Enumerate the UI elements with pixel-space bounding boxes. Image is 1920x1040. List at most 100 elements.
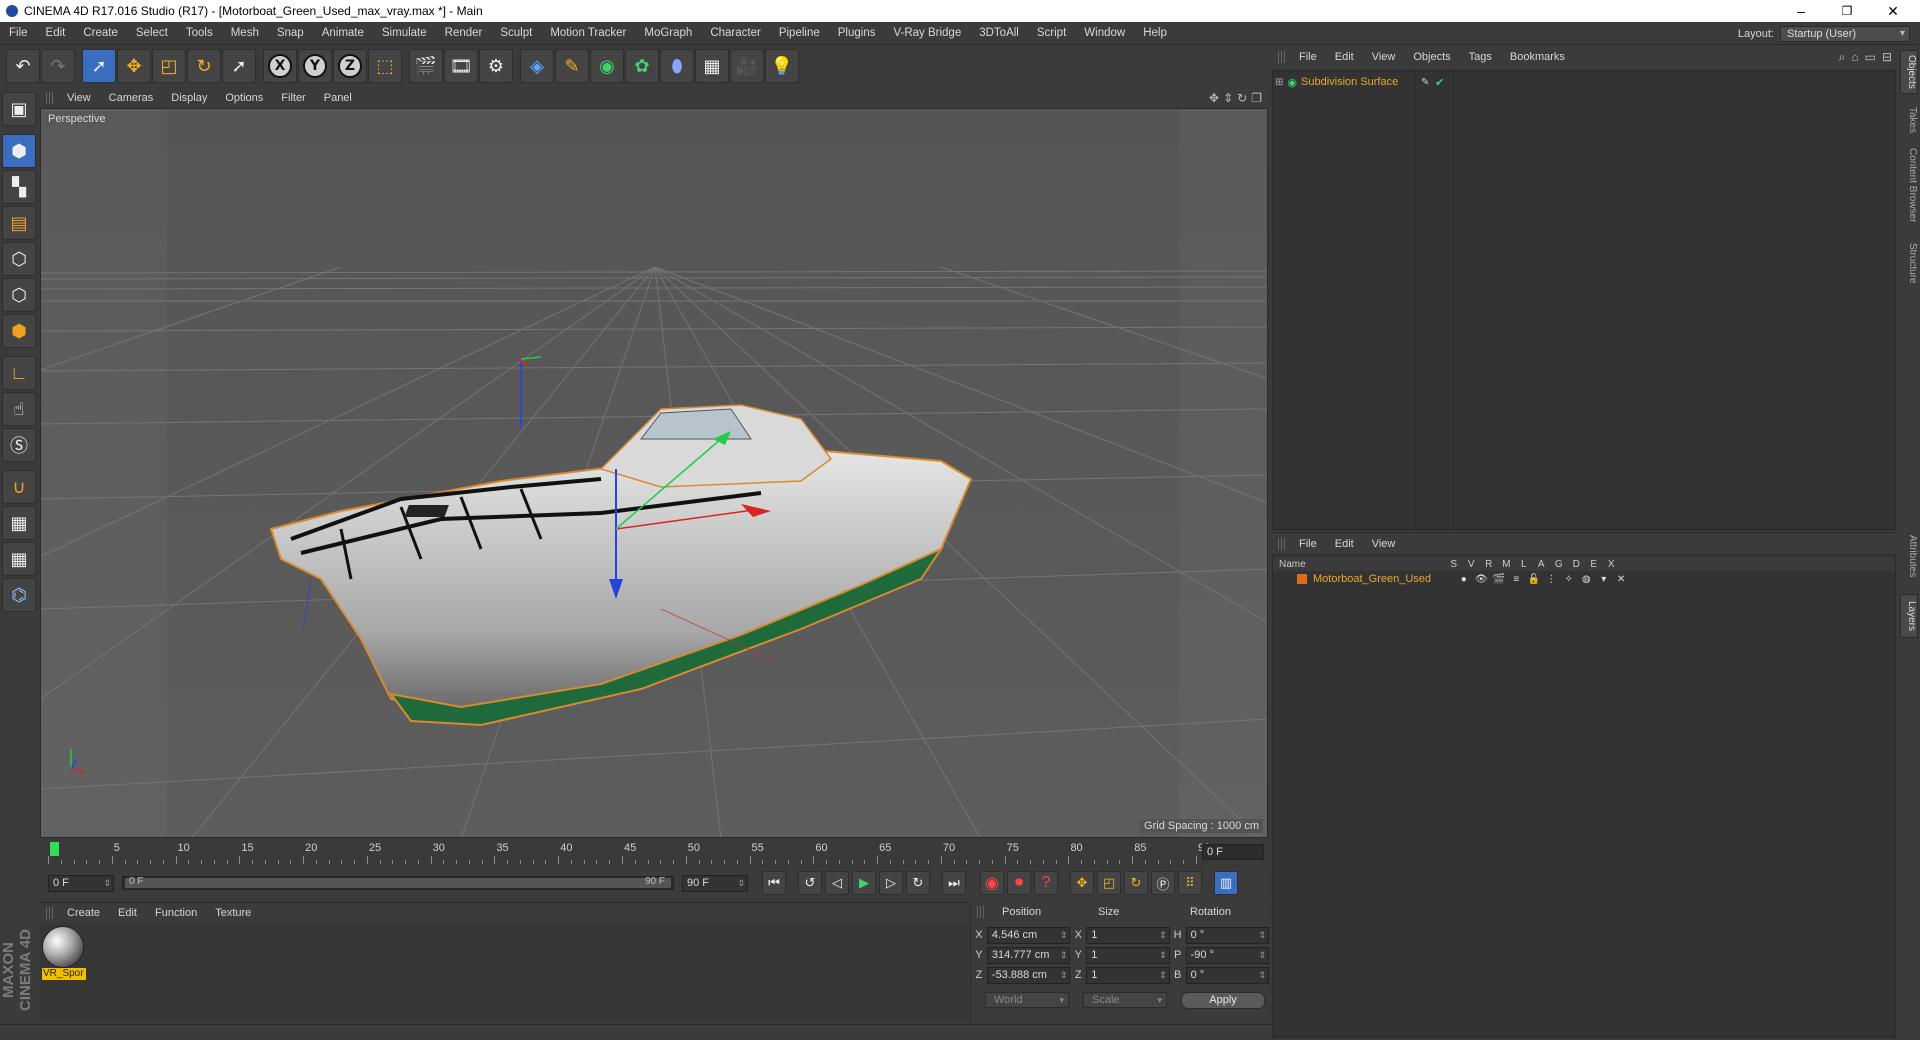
model-mode-icon[interactable]: ⬢	[2, 134, 36, 168]
material-menu-edit[interactable]: Edit	[109, 907, 146, 919]
cube-primitive-icon[interactable]: ◈	[520, 49, 554, 83]
viewport-menu-filter[interactable]: Filter	[272, 92, 314, 104]
menu-window[interactable]: Window	[1075, 22, 1134, 45]
end-frame-field[interactable]: 90 F	[682, 874, 748, 892]
rotation-h-field[interactable]: 0 °	[1185, 926, 1269, 944]
key-rotation-icon[interactable]: ↻	[1124, 871, 1148, 895]
live-selection-icon[interactable]: ➚	[82, 49, 116, 83]
object-row[interactable]: ⊞ ◉ Subdivision Surface ✎ ✔	[1275, 75, 1444, 89]
expressions-icon[interactable]: ▾	[1595, 574, 1613, 585]
tab-content-browser[interactable]: Content Browser	[1900, 142, 1918, 228]
rotation-p-field[interactable]: -90 °	[1185, 946, 1269, 964]
position-x-field[interactable]: 4.546 cm	[986, 926, 1071, 944]
key-pla-icon[interactable]: ⠿	[1178, 871, 1202, 895]
viewport-menu-options[interactable]: Options	[216, 92, 272, 104]
x-axis-lock-icon[interactable]: X	[263, 49, 297, 83]
tab-objects[interactable]: Objects	[1900, 50, 1918, 94]
go-to-previous-key-icon[interactable]: ↺	[798, 871, 822, 895]
axis-mode-icon[interactable]: ∟	[2, 356, 36, 390]
home-icon[interactable]: ⌂	[1851, 50, 1858, 64]
viewport-menu-cameras[interactable]: Cameras	[100, 92, 163, 104]
locked-workplane-icon[interactable]: ▦	[2, 506, 36, 540]
solo-icon[interactable]: ●	[1455, 574, 1473, 585]
menu-script[interactable]: Script	[1028, 22, 1075, 45]
planar-workplane-icon[interactable]: ▦	[2, 542, 36, 576]
tab-structure[interactable]: Structure	[1900, 236, 1918, 290]
maximize-button[interactable]: ❐	[1824, 0, 1870, 22]
menu-3dtoall[interactable]: 3DToAll	[970, 22, 1028, 45]
key-parameter-icon[interactable]: Ⓟ	[1151, 871, 1175, 895]
objects-menu-objects[interactable]: Objects	[1404, 51, 1459, 63]
rotation-b-field[interactable]: 0 °	[1185, 966, 1269, 984]
timeline[interactable]: 051015202530354045505560657075808590 0 F	[40, 840, 1268, 866]
maximize-view-icon[interactable]: ❐	[1251, 91, 1262, 105]
python-icon[interactable]: ⌬	[2, 578, 36, 612]
deformer-icon[interactable]: ⬮	[660, 49, 694, 83]
menu-plugins[interactable]: Plugins	[829, 22, 885, 45]
play-forward-icon[interactable]: ▶	[852, 871, 876, 895]
menu-snap[interactable]: Snap	[268, 22, 313, 45]
edges-mode-icon[interactable]: ⬡	[2, 278, 36, 312]
tab-layers[interactable]: Layers	[1900, 594, 1918, 638]
render-view-icon[interactable]: 🎬	[409, 49, 443, 83]
coordinate-space-dropdown[interactable]: World	[985, 992, 1069, 1008]
key-scale-icon[interactable]: ◰	[1097, 871, 1121, 895]
nurbs-icon[interactable]: ◉	[590, 49, 624, 83]
render-picture-viewer-icon[interactable]: 🎞	[444, 49, 478, 83]
animation-icon[interactable]: ⋮	[1543, 574, 1561, 585]
locked-icon[interactable]: 🔓	[1525, 574, 1543, 585]
enabled-check-icon[interactable]: ✔	[1435, 76, 1444, 89]
viewport-menu-view[interactable]: View	[58, 92, 100, 104]
snap-icon[interactable]: Ⓢ	[2, 428, 36, 462]
z-axis-lock-icon[interactable]: Z	[333, 49, 367, 83]
tab-attributes[interactable]: Attributes	[1900, 526, 1918, 586]
expand-icon[interactable]: ⊞	[1275, 77, 1283, 88]
polygons-mode-icon[interactable]: ⬢	[2, 314, 36, 348]
menu-simulate[interactable]: Simulate	[373, 22, 436, 45]
objects-menu-tags[interactable]: Tags	[1460, 51, 1501, 63]
menu-vray-bridge[interactable]: V-Ray Bridge	[884, 22, 970, 45]
layer-row[interactable]: Motorboat_Green_Used ● 👁 🎬 ≡ 🔓 ⋮ ✧ ◍ ▾ ✕	[1273, 572, 1895, 586]
rotate-icon[interactable]: ↻	[187, 49, 221, 83]
keyframe-selection-icon[interactable]: ?	[1034, 871, 1058, 895]
menu-sculpt[interactable]: Sculpt	[491, 22, 541, 45]
viewport[interactable]: Perspective Grid Spacing : 1000 cm	[40, 108, 1268, 838]
move-icon[interactable]: ✥	[117, 49, 151, 83]
go-to-end-icon[interactable]: ⏭	[942, 871, 966, 895]
edit-check-icon[interactable]: ✎	[1421, 77, 1429, 88]
make-editable-icon[interactable]: ▣	[2, 92, 36, 126]
light-icon[interactable]: 💡	[765, 49, 799, 83]
collapse-icon[interactable]: ⊟	[1882, 50, 1892, 64]
orbit-icon[interactable]: ↻	[1237, 91, 1247, 105]
layers-menu-file[interactable]: File	[1290, 538, 1326, 550]
new-view-icon[interactable]: ▭	[1865, 50, 1876, 64]
apply-button[interactable]: Apply	[1181, 992, 1265, 1009]
current-frame-field[interactable]: 0 F	[1202, 844, 1264, 860]
menu-render[interactable]: Render	[436, 22, 492, 45]
texture-mode-icon[interactable]: ▚	[2, 170, 36, 204]
key-position-icon[interactable]: ✥	[1070, 871, 1094, 895]
autokeying-icon[interactable]: ⏺	[1007, 871, 1031, 895]
size-y-field[interactable]: 1	[1086, 946, 1170, 964]
menu-pipeline[interactable]: Pipeline	[770, 22, 829, 45]
timeline-ruler[interactable]: 051015202530354045505560657075808590	[48, 842, 1210, 864]
xref-icon[interactable]: ✕	[1613, 574, 1631, 585]
playhead-marker[interactable]	[50, 842, 59, 856]
preview-range-slider[interactable]: 0 F 90 F	[122, 876, 674, 890]
menu-animate[interactable]: Animate	[313, 22, 373, 45]
go-to-next-key-icon[interactable]: ↻	[906, 871, 930, 895]
layers-menu-view[interactable]: View	[1363, 538, 1405, 550]
tweak-mode-icon[interactable]: ☝	[2, 392, 36, 426]
menu-tools[interactable]: Tools	[177, 22, 222, 45]
material-menu-function[interactable]: Function	[146, 907, 206, 919]
layer-color-swatch[interactable]	[1297, 574, 1307, 584]
visible-editor-icon[interactable]: 👁	[1473, 574, 1491, 585]
close-button[interactable]: ✕	[1870, 0, 1916, 22]
points-mode-icon[interactable]: ⬡	[2, 242, 36, 276]
go-to-start-icon[interactable]: ⏮	[762, 871, 786, 895]
redo-icon[interactable]: ↷	[41, 49, 75, 83]
deformers-icon[interactable]: ◍	[1578, 574, 1596, 585]
coordinate-system-icon[interactable]: ⬚	[368, 49, 402, 83]
menu-character[interactable]: Character	[701, 22, 770, 45]
menu-mograph[interactable]: MoGraph	[635, 22, 701, 45]
